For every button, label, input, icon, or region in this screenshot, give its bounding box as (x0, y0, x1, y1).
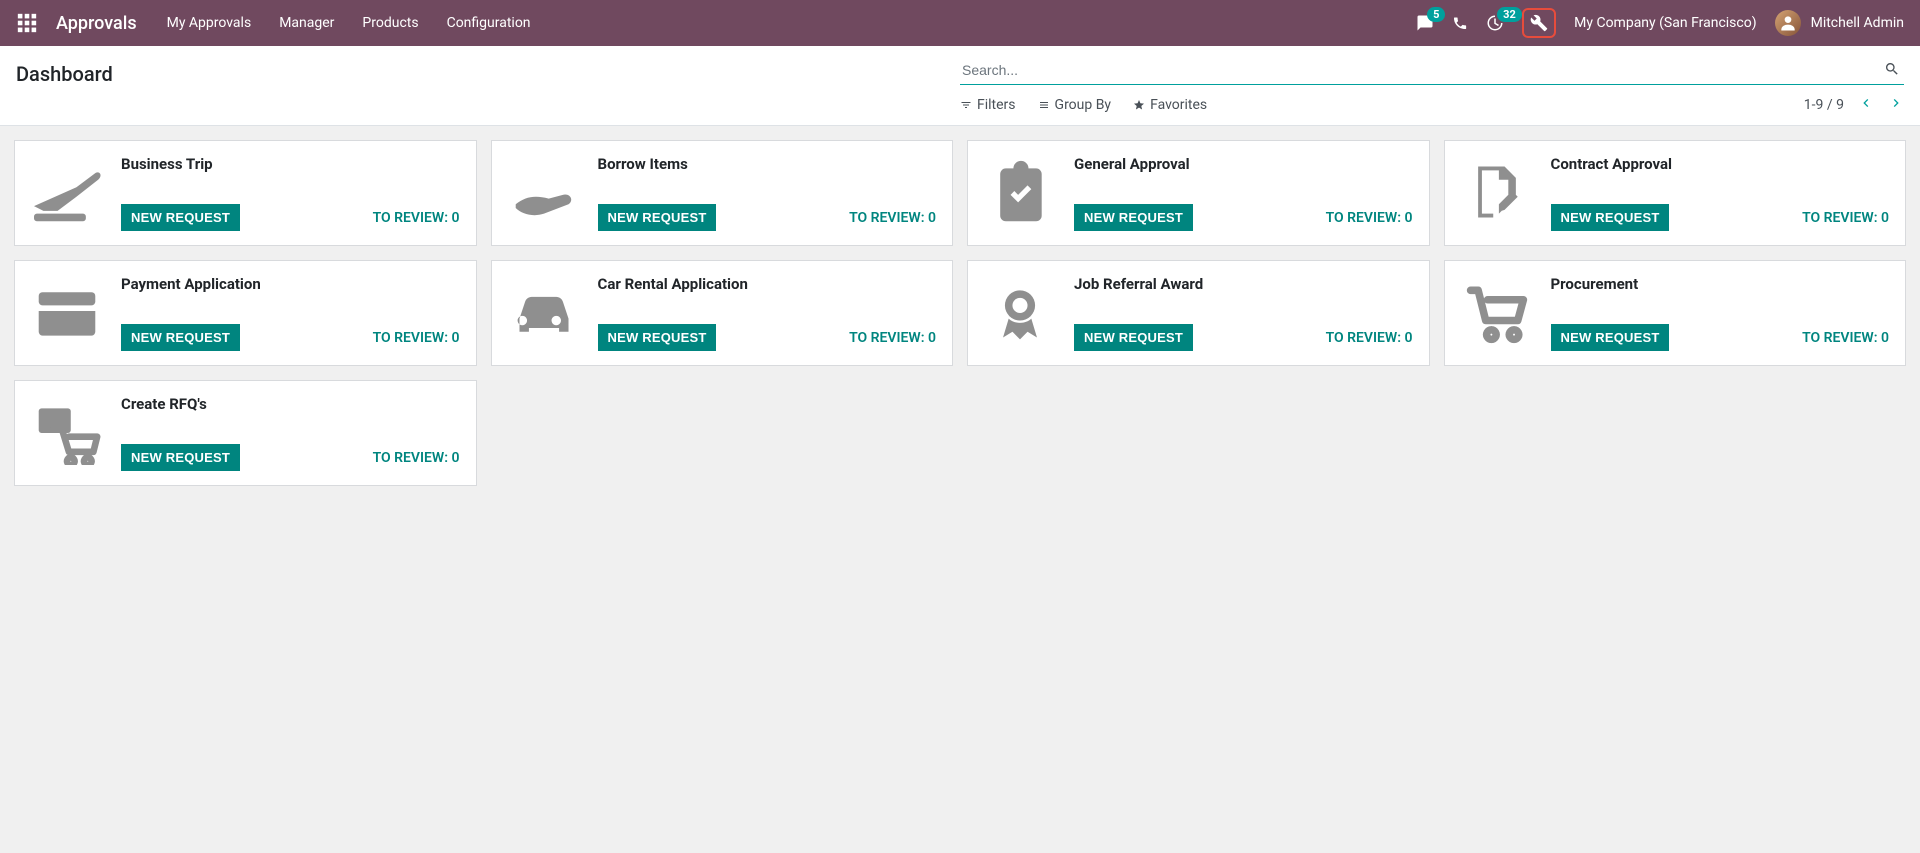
nav-products[interactable]: Products (362, 15, 418, 31)
to-review-link[interactable]: TO REVIEW: 0 (1326, 210, 1413, 226)
approval-card: General Approval NEW REQUEST TO REVIEW: 0 (967, 140, 1430, 246)
to-review-link[interactable]: TO REVIEW: 0 (373, 210, 460, 226)
new-request-button[interactable]: NEW REQUEST (1551, 204, 1670, 231)
filter-icon (960, 99, 972, 111)
star-icon (1133, 99, 1145, 111)
nav-configuration[interactable]: Configuration (447, 15, 531, 31)
to-review-link[interactable]: TO REVIEW: 0 (849, 210, 936, 226)
new-request-button[interactable]: NEW REQUEST (1074, 324, 1193, 351)
new-request-button[interactable]: NEW REQUEST (1551, 324, 1670, 351)
messages-badge: 5 (1427, 7, 1445, 22)
debug-tools-icon[interactable] (1522, 8, 1556, 38)
approval-card: Borrow Items NEW REQUEST TO REVIEW: 0 (491, 140, 954, 246)
filters-button[interactable]: Filters (960, 97, 1016, 113)
pager-text[interactable]: 1-9 / 9 (1804, 97, 1844, 113)
to-review-link[interactable]: TO REVIEW: 0 (1802, 210, 1889, 226)
to-review-link[interactable]: TO REVIEW: 0 (849, 330, 936, 346)
activity-badge: 32 (1497, 7, 1522, 22)
card-title: General Approval (1074, 155, 1413, 173)
pager-prev[interactable] (1858, 95, 1874, 115)
new-request-button[interactable]: NEW REQUEST (121, 204, 240, 231)
search-options: Filters Group By Favorites 1-9 / 9 (960, 95, 1904, 115)
new-request-button[interactable]: NEW REQUEST (121, 324, 240, 351)
to-review-link[interactable]: TO REVIEW: 0 (373, 450, 460, 466)
card-icon (504, 275, 584, 349)
activity-icon[interactable]: 32 (1486, 14, 1504, 32)
main-navbar: Approvals My Approvals Manager Products … (0, 0, 1920, 46)
approval-card: Car Rental Application NEW REQUEST TO REVI… (491, 260, 954, 366)
nav-right: 5 32 My Company (San Francisco) Mitchell… (1416, 8, 1904, 38)
card-title: Car Rental Application (598, 275, 937, 293)
card-icon (980, 275, 1060, 349)
favorites-button[interactable]: Favorites (1133, 97, 1207, 113)
new-request-button[interactable]: NEW REQUEST (1074, 204, 1193, 231)
card-title: Business Trip (121, 155, 460, 173)
search-icon (1884, 61, 1900, 77)
card-title: Create RFQ's (121, 395, 460, 413)
approval-card: Create RFQ's NEW REQUEST TO REVIEW: 0 (14, 380, 477, 486)
nav-menu: My Approvals Manager Products Configurat… (167, 15, 1417, 31)
new-request-button[interactable]: NEW REQUEST (121, 444, 240, 471)
card-title: Borrow Items (598, 155, 937, 173)
to-review-link[interactable]: TO REVIEW: 0 (1802, 330, 1889, 346)
to-review-link[interactable]: TO REVIEW: 0 (373, 330, 460, 346)
card-icon (27, 275, 107, 349)
groupby-button[interactable]: Group By (1038, 97, 1112, 113)
card-icon (504, 155, 584, 229)
search-input[interactable] (960, 56, 1880, 84)
card-title: Job Referral Award (1074, 275, 1413, 293)
search-button[interactable] (1880, 57, 1904, 84)
avatar (1775, 10, 1801, 36)
card-icon (27, 395, 107, 469)
approval-card: Procurement NEW REQUEST TO REVIEW: 0 (1444, 260, 1907, 366)
chevron-left-icon (1858, 95, 1874, 111)
new-request-button[interactable]: NEW REQUEST (598, 324, 717, 351)
card-title: Contract Approval (1551, 155, 1890, 173)
company-switcher[interactable]: My Company (San Francisco) (1574, 15, 1756, 31)
card-title: Payment Application (121, 275, 460, 293)
user-menu[interactable]: Mitchell Admin (1775, 10, 1904, 36)
to-review-link[interactable]: TO REVIEW: 0 (1326, 330, 1413, 346)
nav-manager[interactable]: Manager (279, 15, 334, 31)
approval-card: Business Trip NEW REQUEST TO REVIEW: 0 (14, 140, 477, 246)
approval-card: Job Referral Award NEW REQUEST TO REVIEW: … (967, 260, 1430, 366)
list-icon (1038, 99, 1050, 111)
chevron-right-icon (1888, 95, 1904, 111)
app-title[interactable]: Approvals (56, 13, 137, 34)
card-icon (980, 155, 1060, 229)
apps-icon[interactable] (16, 12, 38, 34)
phone-icon[interactable] (1452, 15, 1468, 31)
user-name: Mitchell Admin (1811, 15, 1904, 31)
page-title: Dashboard (16, 56, 960, 86)
approval-card: Payment Application NEW REQUEST TO REVIEW:… (14, 260, 477, 366)
card-icon (1457, 275, 1537, 349)
card-icon (1457, 155, 1537, 229)
search-bar (960, 56, 1904, 85)
kanban-view: Business TripNEW REQUESTTO REVIEW: 0Borr… (0, 126, 1920, 500)
card-title: Procurement (1551, 275, 1890, 293)
nav-my-approvals[interactable]: My Approvals (167, 15, 252, 31)
messaging-icon[interactable]: 5 (1416, 14, 1434, 32)
pager-next[interactable] (1888, 95, 1904, 115)
pager: 1-9 / 9 (1804, 95, 1904, 115)
approval-card: Contract Approval NEW REQUEST TO REVIEW: 0 (1444, 140, 1907, 246)
new-request-button[interactable]: NEW REQUEST (598, 204, 717, 231)
control-panel: Dashboard Filters Group By (0, 46, 1920, 126)
card-icon (27, 155, 107, 229)
